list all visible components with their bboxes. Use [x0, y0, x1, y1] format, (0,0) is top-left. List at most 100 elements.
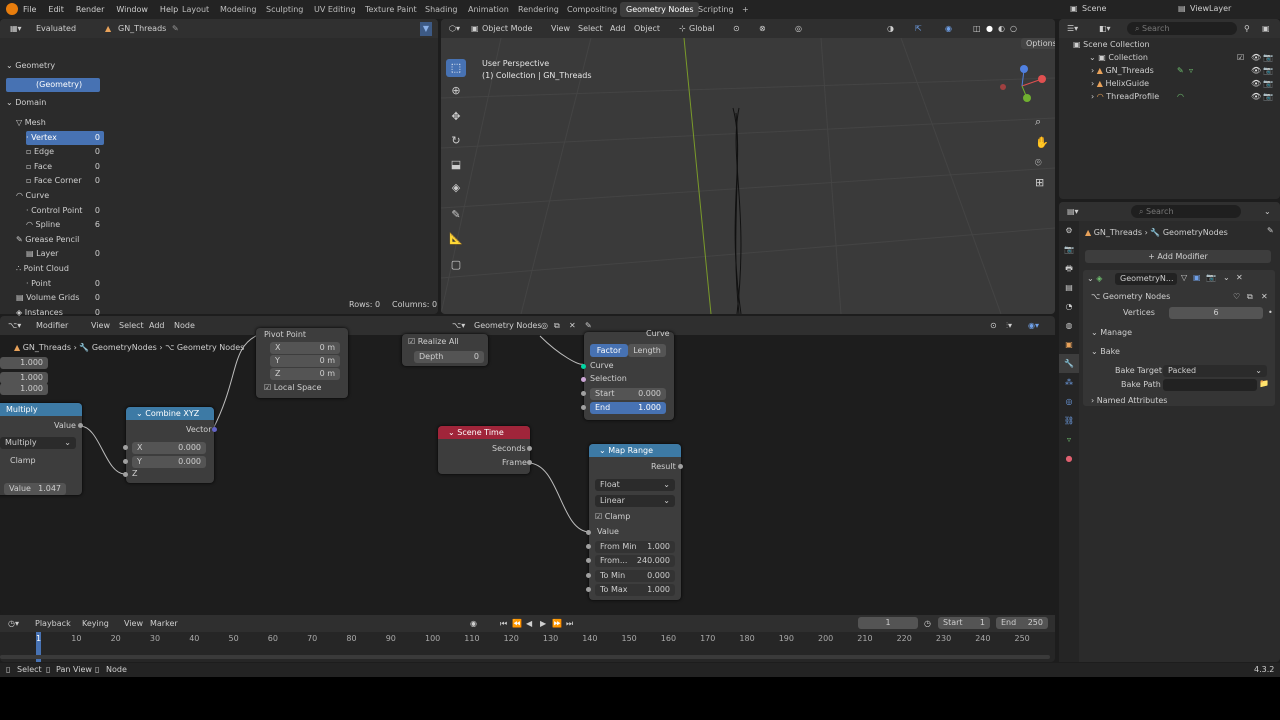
menu-window[interactable]: Window [110, 0, 154, 19]
measure-tool-icon[interactable]: 📐 [446, 230, 466, 248]
start-input[interactable]: Start 0.000 [590, 388, 666, 400]
timeline-editor-icon[interactable]: ◷▾ [8, 615, 19, 632]
evaluation-mode-dropdown[interactable]: Evaluated [36, 19, 76, 38]
start-frame-field[interactable]: Start 1 [938, 617, 990, 629]
node-group-row[interactable]: ⌥ Geometry Nodes [1091, 290, 1170, 304]
outliner-item-helix-guide[interactable]: › ▲ HelixGuide 👁 📷 [1091, 77, 1274, 91]
scale-tool-icon[interactable]: ⬓ [446, 156, 466, 174]
new-collection-icon[interactable]: ▣ [1262, 19, 1270, 38]
domain-item[interactable]: · Vertex 0 [26, 130, 104, 145]
depth-input[interactable]: Depth 0 [414, 351, 484, 363]
play-icon[interactable]: ▶ [540, 615, 546, 632]
value-field[interactable]: 1.000 [0, 383, 48, 395]
transform-tool-icon[interactable]: ◈ [446, 179, 466, 197]
node-header[interactable]: ⌄ Combine XYZ [126, 407, 214, 420]
modifier-expand[interactable]: ⌄ ◈ [1087, 272, 1102, 286]
record-icon[interactable]: ◉ [470, 615, 477, 632]
pivot-z-input[interactable]: Z0 m [270, 368, 340, 380]
from-min-input[interactable]: From Min 1.000 [595, 541, 675, 553]
viewport-menu-add[interactable]: Add [610, 19, 626, 38]
render-toggle-icon[interactable]: 📷 [1206, 273, 1216, 282]
tab-texture-paint[interactable]: Texture Paint [359, 2, 423, 17]
pin-icon[interactable]: ✎ [1267, 226, 1274, 235]
domain-item[interactable]: ▫ Face Corner 0 [26, 174, 104, 188]
end-frame-field[interactable]: End 250 [996, 617, 1048, 629]
pivot-x-input[interactable]: X0 m [270, 342, 340, 354]
domain-item[interactable]: ◠ Curve [16, 189, 104, 203]
properties-search-input[interactable]: ⌕ Search [1131, 205, 1241, 218]
bake-section[interactable]: ⌄ Bake [1091, 345, 1120, 359]
geometry-item[interactable]: (Geometry) [6, 78, 100, 92]
named-attributes-section[interactable]: › Named Attributes [1091, 394, 1167, 408]
tab-modeling[interactable]: Modeling [214, 2, 262, 17]
filter-icon[interactable]: ⚲ [1244, 19, 1250, 38]
geometry-section[interactable]: ⌄ Geometry [6, 59, 55, 73]
tab-output-icon[interactable]: 🖶 [1059, 259, 1079, 278]
tab-render-icon[interactable]: 📷 [1059, 240, 1079, 259]
collection-row[interactable]: ⌄ ▣ Collection ☑ 👁 📷 [1089, 51, 1274, 65]
tab-scene-icon[interactable]: ◔ [1059, 297, 1079, 316]
bake-path-input[interactable] [1163, 379, 1257, 391]
value-input[interactable]: Value 1.047 [4, 483, 66, 495]
menu-edit[interactable]: Edit [42, 0, 70, 19]
viewport-toggle-icon[interactable]: ▣ [1193, 273, 1201, 282]
3d-viewport[interactable]: ⬡▾ ▣ Object Mode View Select Add Object … [441, 19, 1055, 314]
outliner-search-input[interactable]: ⌕ Search [1127, 22, 1237, 35]
remove-modifier-icon[interactable]: ✕ [1236, 273, 1243, 282]
scene-name[interactable]: Scene [1082, 4, 1106, 13]
pin-icon[interactable]: ✎ [172, 19, 179, 38]
from-max-input[interactable]: From... 240.000 [595, 555, 675, 567]
filter-icon[interactable]: ▼ [420, 22, 432, 36]
material-shading-icon[interactable]: ◐ [998, 19, 1005, 38]
play-reverse-icon[interactable]: ◀ [526, 615, 532, 632]
stopwatch-icon[interactable]: ◷ [924, 615, 931, 632]
tab-physics-icon[interactable]: ◎ [1059, 392, 1079, 411]
prev-key-icon[interactable]: ⏪ [512, 615, 522, 632]
outliner-editor-icon[interactable]: ☰▾ [1067, 19, 1078, 38]
factor-mode-button[interactable]: Factor [590, 344, 628, 357]
snap-icon[interactable]: ⊗ [759, 19, 766, 38]
tab-shading[interactable]: Shading [419, 2, 464, 17]
domain-section[interactable]: ⌄ Domain [6, 96, 46, 110]
folder-icon[interactable]: 📁 [1259, 379, 1269, 388]
pivot-icon[interactable]: ⊙ [733, 19, 740, 38]
tab-rendering[interactable]: Rendering [512, 2, 565, 17]
overlay-toggle-icon[interactable]: ◉ [945, 19, 952, 38]
modifier-name-field[interactable]: GeometryN... [1115, 273, 1177, 285]
domain-item[interactable]: · Control Point 0 [26, 204, 104, 218]
tab-geometry-nodes[interactable]: Geometry Nodes [620, 2, 700, 17]
timeline-menu-playback[interactable]: Playback [35, 615, 71, 632]
unlink-icon[interactable]: ✕ [1261, 292, 1268, 301]
viewport-menu-view[interactable]: View [551, 19, 570, 38]
navigation-gizmo[interactable] [997, 61, 1053, 111]
properties-editor-icon[interactable]: ▤▾ [1067, 202, 1079, 221]
tab-data-icon[interactable]: ▿ [1059, 430, 1079, 449]
pivot-y-input[interactable]: Y0 m [270, 355, 340, 367]
pan-hand-icon[interactable]: ✋ [1035, 136, 1049, 149]
length-mode-button[interactable]: Length [628, 344, 666, 357]
editor-type-icon[interactable]: ⬡▾ [449, 19, 460, 38]
node-header[interactable]: ⌄ Map Range [589, 444, 681, 457]
end-input[interactable]: End 1.000 [590, 402, 666, 414]
jump-end-icon[interactable]: ⏭ [566, 615, 573, 632]
domain-item[interactable]: ▫ Face 0 [26, 160, 104, 174]
add-workspace-icon[interactable]: + [736, 2, 755, 17]
annotate-tool-icon[interactable]: ✎ [446, 206, 466, 224]
tab-material-icon[interactable]: ● [1059, 449, 1079, 468]
rendered-shading-icon[interactable]: ○ [1010, 19, 1017, 38]
vertices-field[interactable]: 6 [1169, 307, 1263, 319]
next-key-icon[interactable]: ⏩ [552, 615, 562, 632]
map-range-node[interactable]: ⌄ Map Range Result Float ⌄ Linear ⌄ ☑ Clam… [586, 444, 683, 600]
tab-uv-editing[interactable]: UV Editing [308, 2, 362, 17]
tab-modifier-icon[interactable]: 🔧 [1059, 354, 1079, 373]
node-editor[interactable]: ⌥▾ Modifier View Select Add Node ⌥▾ Geom… [0, 316, 1055, 614]
duplicate-icon[interactable]: ⧉ [1247, 292, 1253, 302]
viewport-menu-object[interactable]: Object [634, 19, 660, 38]
dot-icon[interactable]: • [1268, 308, 1273, 317]
manage-section[interactable]: ⌄ Manage [1091, 326, 1132, 340]
object-breadcrumb[interactable]: GN_Threads [118, 19, 166, 38]
cursor-tool-icon[interactable]: ⊕ [446, 82, 466, 100]
gizmo-toggle-icon[interactable]: ⇱ [915, 19, 922, 38]
scene-collection-row[interactable]: ▣ Scene Collection [1073, 38, 1150, 52]
domain-item[interactable]: ▤ Volume Grids 0 [16, 291, 104, 305]
